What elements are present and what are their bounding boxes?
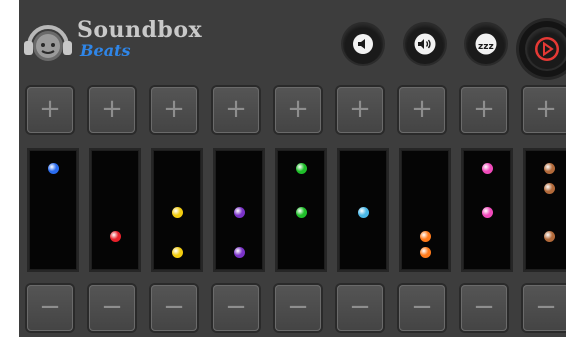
- track-column[interactable]: [525, 150, 566, 270]
- note-ball[interactable]: [481, 206, 493, 218]
- remove-note-button[interactable]: −: [461, 285, 507, 331]
- track-column[interactable]: [215, 150, 263, 270]
- plus-icon: +: [39, 94, 61, 124]
- minus-icon: −: [411, 292, 433, 322]
- play-icon: [535, 37, 559, 61]
- remove-note-button[interactable]: −: [337, 285, 383, 331]
- sleep-button[interactable]: zzz: [466, 24, 506, 64]
- note-ball[interactable]: [171, 206, 183, 218]
- track-column[interactable]: [339, 150, 387, 270]
- plus-icon: +: [535, 94, 557, 124]
- sleep-label: zzz: [478, 42, 494, 52]
- app: Soundbox Beats zzz + + + + + + + + + − −…: [19, 0, 566, 337]
- plus-icon: +: [349, 94, 371, 124]
- minus-icon: −: [101, 292, 123, 322]
- add-note-button[interactable]: +: [151, 87, 197, 133]
- minus-icon: −: [535, 292, 557, 322]
- remove-note-button[interactable]: −: [89, 285, 135, 331]
- note-ball[interactable]: [109, 230, 121, 242]
- track-column[interactable]: [401, 150, 449, 270]
- add-note-button[interactable]: +: [523, 87, 566, 133]
- track-column[interactable]: [463, 150, 511, 270]
- note-ball[interactable]: [357, 206, 369, 218]
- add-note-button[interactable]: +: [89, 87, 135, 133]
- add-note-button[interactable]: +: [399, 87, 445, 133]
- note-ball[interactable]: [233, 246, 245, 258]
- track-column[interactable]: [91, 150, 139, 270]
- track-column[interactable]: [277, 150, 325, 270]
- remove-note-button[interactable]: −: [523, 285, 566, 331]
- note-ball[interactable]: [419, 230, 431, 242]
- logo-icon: [24, 25, 72, 61]
- note-ball[interactable]: [233, 206, 245, 218]
- add-note-button[interactable]: +: [337, 87, 383, 133]
- volume-up-icon: [414, 33, 436, 55]
- minus-icon: −: [473, 292, 495, 322]
- note-ball[interactable]: [47, 162, 59, 174]
- plus-icon: +: [287, 94, 309, 124]
- add-note-button[interactable]: +: [27, 87, 73, 133]
- note-ball[interactable]: [295, 206, 307, 218]
- app-subtitle: Beats: [80, 41, 131, 60]
- note-ball[interactable]: [171, 246, 183, 258]
- remove-note-button[interactable]: −: [151, 285, 197, 331]
- track-column[interactable]: [153, 150, 201, 270]
- note-ball[interactable]: [543, 230, 555, 242]
- sleep-icon: zzz: [475, 33, 497, 55]
- minus-icon: −: [39, 292, 61, 322]
- add-note-button[interactable]: +: [213, 87, 259, 133]
- plus-icon: +: [163, 94, 185, 124]
- plus-icon: +: [473, 94, 495, 124]
- remove-note-button[interactable]: −: [213, 285, 259, 331]
- app-title: Soundbox: [77, 17, 203, 43]
- note-ball[interactable]: [295, 162, 307, 174]
- volume-down-button[interactable]: [343, 24, 383, 64]
- play-button[interactable]: [527, 29, 566, 69]
- minus-icon: −: [163, 292, 185, 322]
- plus-icon: +: [225, 94, 247, 124]
- minus-icon: −: [287, 292, 309, 322]
- minus-icon: −: [349, 292, 371, 322]
- remove-note-button[interactable]: −: [27, 285, 73, 331]
- note-ball[interactable]: [543, 182, 555, 194]
- note-ball[interactable]: [481, 162, 493, 174]
- note-ball[interactable]: [543, 162, 555, 174]
- plus-icon: +: [101, 94, 123, 124]
- track-column[interactable]: [29, 150, 77, 270]
- note-ball[interactable]: [419, 246, 431, 258]
- plus-icon: +: [411, 94, 433, 124]
- add-note-button[interactable]: +: [461, 87, 507, 133]
- add-note-button[interactable]: +: [275, 87, 321, 133]
- minus-icon: −: [225, 292, 247, 322]
- volume-up-button[interactable]: [405, 24, 445, 64]
- remove-note-button[interactable]: −: [275, 285, 321, 331]
- volume-down-icon: [353, 34, 373, 54]
- remove-note-button[interactable]: −: [399, 285, 445, 331]
- header: Soundbox Beats zzz: [19, 0, 566, 80]
